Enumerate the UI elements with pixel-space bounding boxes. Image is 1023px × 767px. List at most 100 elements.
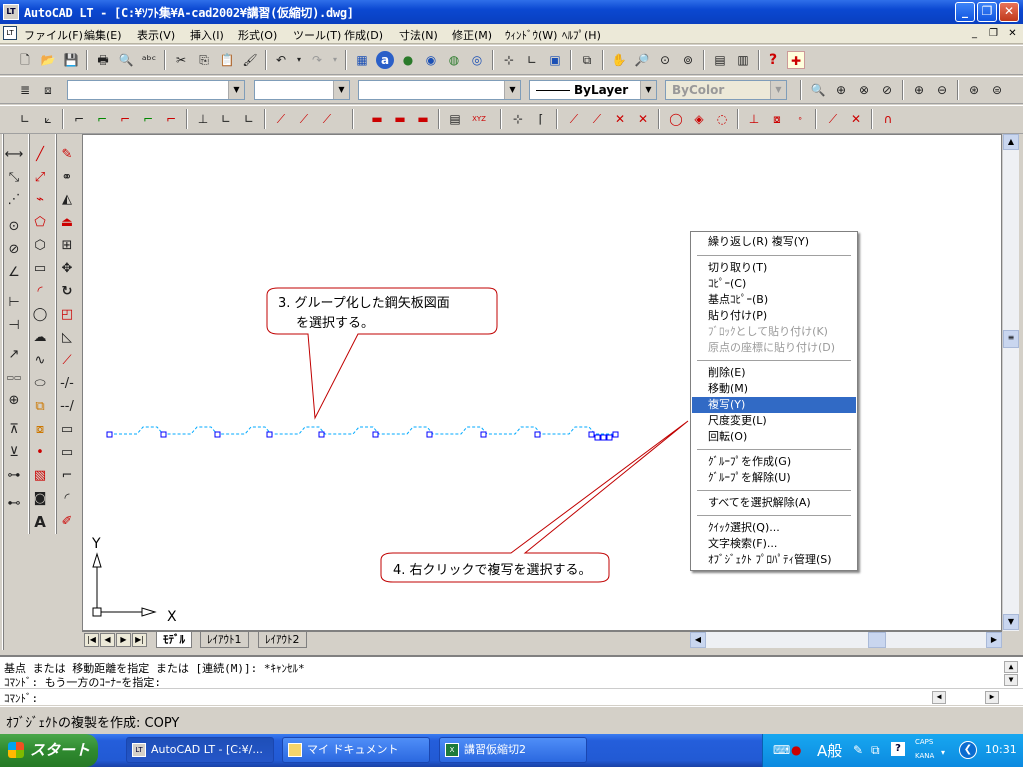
dim-update-icon[interactable]: ▬ <box>368 110 386 128</box>
start-button[interactable]: スタート <box>0 734 98 767</box>
spell-icon[interactable]: ᵃᵇᶜ <box>140 51 158 69</box>
snap-quadrant-icon[interactable]: ◈ <box>690 110 708 128</box>
menu-window[interactable]: ｳｨﾝﾄﾞｳ(W) <box>505 27 557 43</box>
doc-close-icon[interactable]: ✕ <box>1005 27 1020 40</box>
menu-item-copy[interactable]: ｺﾋﾟｰ(C) <box>692 276 856 292</box>
zoom-center-icon[interactable]: ⊘ <box>878 81 896 99</box>
dim-aligned-tool-icon[interactable]: ⤡ <box>2 167 26 189</box>
ime-tool-icon[interactable]: ● <box>791 743 801 757</box>
zoom-in-icon[interactable]: ⊕ <box>910 81 928 99</box>
spline-tool-icon[interactable]: ∿ <box>28 350 52 372</box>
cmd-scroll-left-icon[interactable]: ◀ <box>932 691 946 704</box>
mirror-tool-icon[interactable]: ◭ <box>55 189 79 211</box>
dim-diameter-tool-icon[interactable]: ⊘ <box>2 239 26 261</box>
scroll-down-icon[interactable]: ▼ <box>1003 614 1019 630</box>
clock[interactable]: 10:31 <box>985 743 1017 756</box>
snap-none-icon[interactable]: ✕ <box>847 110 865 128</box>
redo-dropdown-icon[interactable]: ▾ <box>326 51 344 69</box>
print-icon[interactable]: 🖶 <box>94 51 112 69</box>
dim-linear-tool-icon[interactable]: ⟷ <box>2 144 26 166</box>
menu-item-copy-object[interactable]: 複写(Y) <box>692 397 856 413</box>
dim-baseline-icon[interactable]: ⊥ <box>194 110 212 128</box>
scroll-thumb[interactable]: ≡ <box>1003 330 1019 348</box>
menu-view[interactable]: 表示(V) <box>137 27 175 43</box>
dim-style-icon[interactable]: ▬ <box>391 110 409 128</box>
osnap-icon[interactable]: ⊹ <box>500 51 518 69</box>
osnap-track-icon[interactable]: ⊹ <box>509 110 527 128</box>
menu-edit[interactable]: 編集(E) <box>84 27 122 43</box>
menu-item-scale[interactable]: 尺度変更(L) <box>692 413 856 429</box>
dim-ordinate-tool-icon[interactable]: ⋰ <box>2 189 26 211</box>
tab-last-icon[interactable]: ▶| <box>132 633 147 647</box>
task-autocad[interactable]: LT AutoCAD LT - [C:¥/... <box>126 737 274 763</box>
ime-help-icon[interactable]: ? <box>891 742 905 756</box>
break-tool-icon[interactable]: ▭ <box>55 419 79 441</box>
construction-line-tool-icon[interactable]: ⤢ <box>28 167 52 189</box>
polygon-tool-icon[interactable]: ⬡ <box>28 235 52 257</box>
vertical-scrollbar[interactable]: ▲ ≡ ▼ <box>1002 134 1019 631</box>
menu-insert[interactable]: 挿入(I) <box>190 27 224 43</box>
dim-continue-tool-icon[interactable]: ⊣ <box>2 315 26 337</box>
command-prompt[interactable]: ｺﾏﾝﾄﾞ: <box>4 690 38 706</box>
region-tool-icon[interactable]: ◙ <box>28 488 52 510</box>
menu-item-copy-base[interactable]: 基点ｺﾋﾟｰ(B) <box>692 292 856 308</box>
dim-leader-icon[interactable]: ∟ <box>240 110 258 128</box>
lengthen-tool-icon[interactable]: ⟋ <box>55 350 79 372</box>
tab-next-icon[interactable]: ▶ <box>116 633 131 647</box>
dim-aligned-icon[interactable]: ⟀ <box>39 110 57 128</box>
erase-tool-icon[interactable]: ✎ <box>55 144 79 166</box>
extend-tool-icon[interactable]: --/ <box>55 396 79 418</box>
tab-model[interactable]: ﾓﾃﾞﾙ <box>156 632 192 648</box>
mtext-tool-icon[interactable]: A <box>28 511 52 533</box>
osnap-from-icon[interactable]: ⌈ <box>532 110 550 128</box>
document-icon[interactable]: LT <box>3 26 17 40</box>
drawing-canvas[interactable]: 3. グループ化した鋼矢板図面 を選択する。 4. 右クリックで複写を選択する。… <box>82 134 1002 631</box>
polyline-tool-icon[interactable]: ⌁ <box>28 189 52 211</box>
make-block-tool-icon[interactable]: ⧇ <box>28 419 52 441</box>
hatch-tool-icon[interactable]: ▧ <box>28 465 52 487</box>
scroll-left-icon[interactable]: ◀ <box>690 632 706 648</box>
menu-item-move[interactable]: 移動(M) <box>692 381 856 397</box>
show-hidden-icons-icon[interactable]: ❮ <box>959 741 977 759</box>
command-window[interactable]: 基点 または 移動距離を指定 または [連続(M)]: *ｷｬﾝｾﾙ* ｺﾏﾝﾄ… <box>0 655 1023 705</box>
stretch-tool-icon[interactable]: ◺ <box>55 327 79 349</box>
menu-item-properties[interactable]: ｵﾌﾞｼﾞｪｸﾄ ﾌﾟﾛﾊﾟﾃｨ管理(S) <box>692 552 856 568</box>
title-bar[interactable]: LT AutoCAD LT - [C:¥ｿﾌﾄ集¥A-cad2002¥講習(仮縮… <box>0 0 1023 24</box>
dim-update-tool-icon[interactable]: ⊶ <box>2 465 26 487</box>
dim-radius-tool-icon[interactable]: ⊙ <box>2 216 26 238</box>
color-dropdown[interactable]: ByColor ▼ <box>665 80 787 100</box>
publish-icon[interactable]: ◉ <box>422 51 440 69</box>
layer-dropdown[interactable]: ▼ <box>67 80 245 100</box>
menu-file[interactable]: ファイル(F) <box>24 27 83 43</box>
dim-override-icon[interactable]: ▬ <box>414 110 432 128</box>
menu-item-repeat-copy[interactable]: 繰り返し(R) 複写(Y) <box>692 234 856 250</box>
dim-diameter-icon[interactable]: ⌐ <box>116 110 134 128</box>
menu-item-ungroup[interactable]: ｸﾞﾙｰﾌﾟを解除(U) <box>692 470 856 486</box>
osnap-settings-icon[interactable]: ∩ <box>879 110 897 128</box>
offset-tool-icon[interactable]: ⏏ <box>55 212 79 234</box>
pan-icon[interactable]: ✋ <box>610 51 628 69</box>
explode-tool-icon[interactable]: ✐ <box>55 511 79 533</box>
help-icon[interactable]: ? <box>764 51 782 69</box>
insert-block-tool-icon[interactable]: ⧉ <box>28 396 52 418</box>
maximize-button[interactable]: ❐ <box>977 2 997 22</box>
menu-tools[interactable]: ツール(T) <box>293 27 341 43</box>
dim-radius-icon[interactable]: ⌐ <box>93 110 111 128</box>
menu-format[interactable]: 形式(O) <box>238 27 277 43</box>
line-tool-icon[interactable]: ╱ <box>28 144 52 166</box>
dim-style-tool-icon[interactable]: ⊷ <box>2 493 26 515</box>
copy-tool-icon[interactable]: ⚭ <box>55 167 79 189</box>
tab-prev-icon[interactable]: ◀ <box>100 633 115 647</box>
dim-center-icon[interactable]: ⟋ <box>295 110 313 128</box>
horizontal-scrollbar[interactable]: ◀ ▶ <box>690 632 1002 648</box>
menu-item-paste[interactable]: 貼り付け(P) <box>692 308 856 324</box>
tab-layout2[interactable]: ﾚｲｱｳﾄ2 <box>258 632 307 648</box>
dim-scale-icon[interactable]: XYZ <box>470 110 488 128</box>
hscroll-thumb[interactable] <box>868 632 886 648</box>
paste-icon[interactable]: 📋 <box>218 51 236 69</box>
layer-previous-icon[interactable]: ⧈ <box>39 81 57 99</box>
rectangle-tool-icon[interactable]: ⬠ <box>28 212 52 234</box>
web-icon[interactable]: ● <box>399 51 417 69</box>
dim-angular-tool-icon[interactable]: ∠ <box>2 262 26 284</box>
snap-insert-icon[interactable]: ⧇ <box>768 110 786 128</box>
